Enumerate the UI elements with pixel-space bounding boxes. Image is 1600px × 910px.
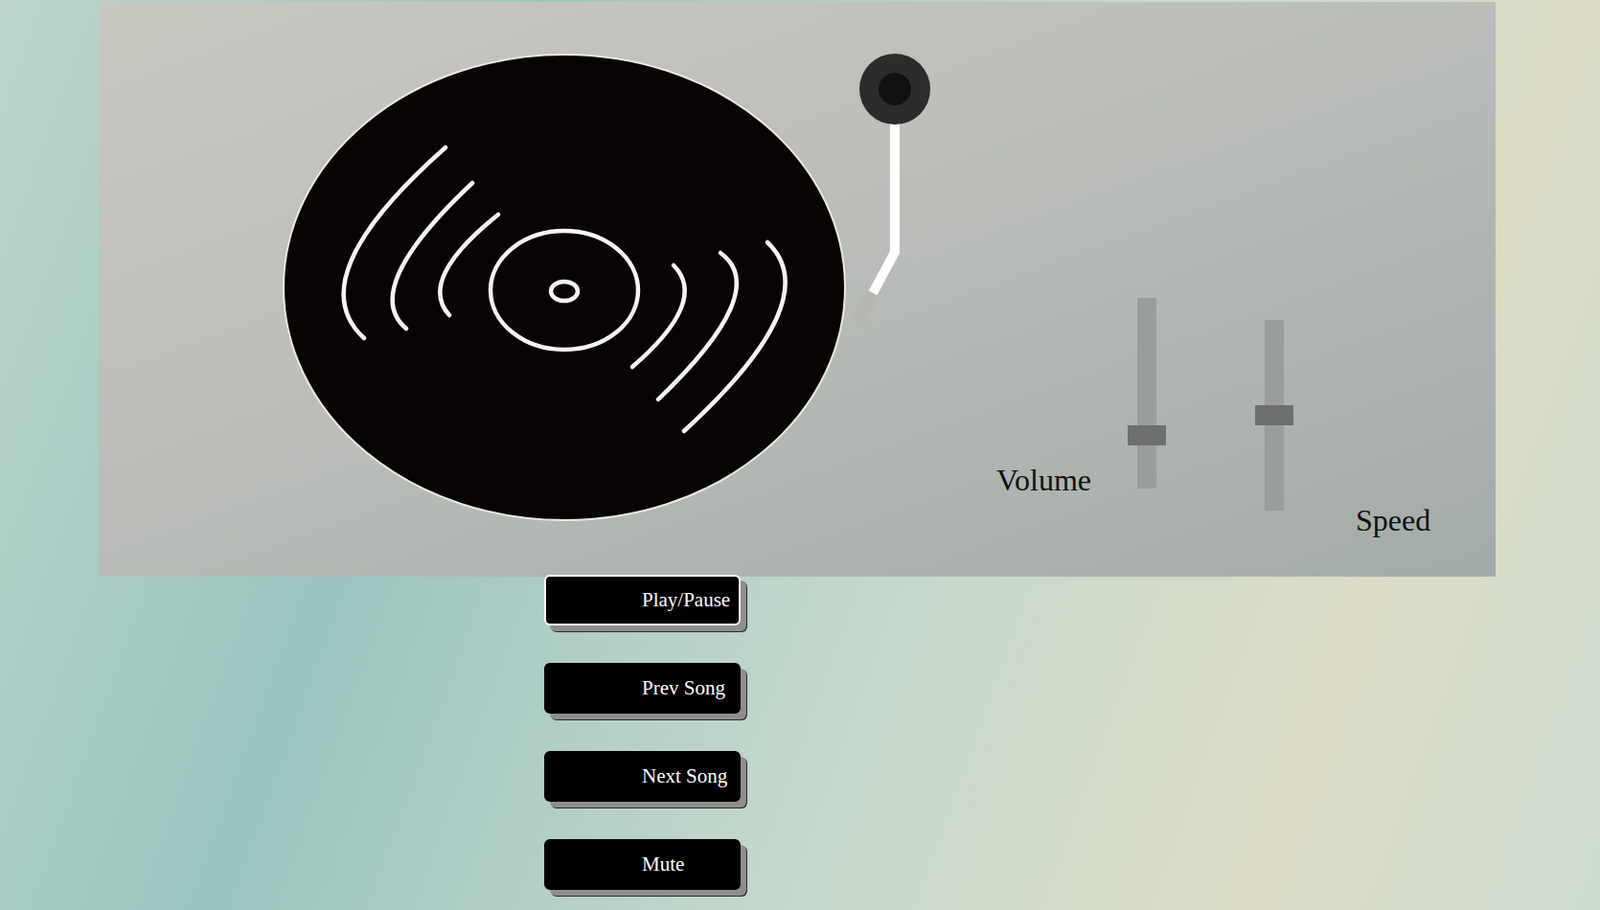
control-button[interactable]: Prev Song	[544, 662, 741, 714]
slider-label: Speed	[1355, 502, 1431, 539]
slider-thumb[interactable]	[1255, 405, 1294, 426]
control-button[interactable]: Mute	[544, 839, 741, 891]
slider-track[interactable]	[1264, 320, 1284, 511]
control-button[interactable]: Next Song	[544, 751, 741, 802]
turntable-panel: Volume Speed	[98, 1, 1496, 577]
slider-group: Volume	[996, 1, 1157, 499]
record-icon[interactable]	[98, 1, 942, 577]
button-column: Play/Pause Prev Song Next Song Mute	[544, 574, 1600, 891]
page: Volume Speed Play/Pause Prev Song Next Song M…	[0, 0, 1600, 910]
slider-track[interactable]	[1137, 297, 1157, 489]
slider-thumb[interactable]	[1127, 425, 1166, 446]
slider-group: Speed	[1264, 1, 1431, 539]
tonearm-icon[interactable]	[858, 53, 931, 321]
slider-label: Volume	[996, 461, 1112, 499]
control-button[interactable]: Play/Pause	[544, 574, 741, 626]
